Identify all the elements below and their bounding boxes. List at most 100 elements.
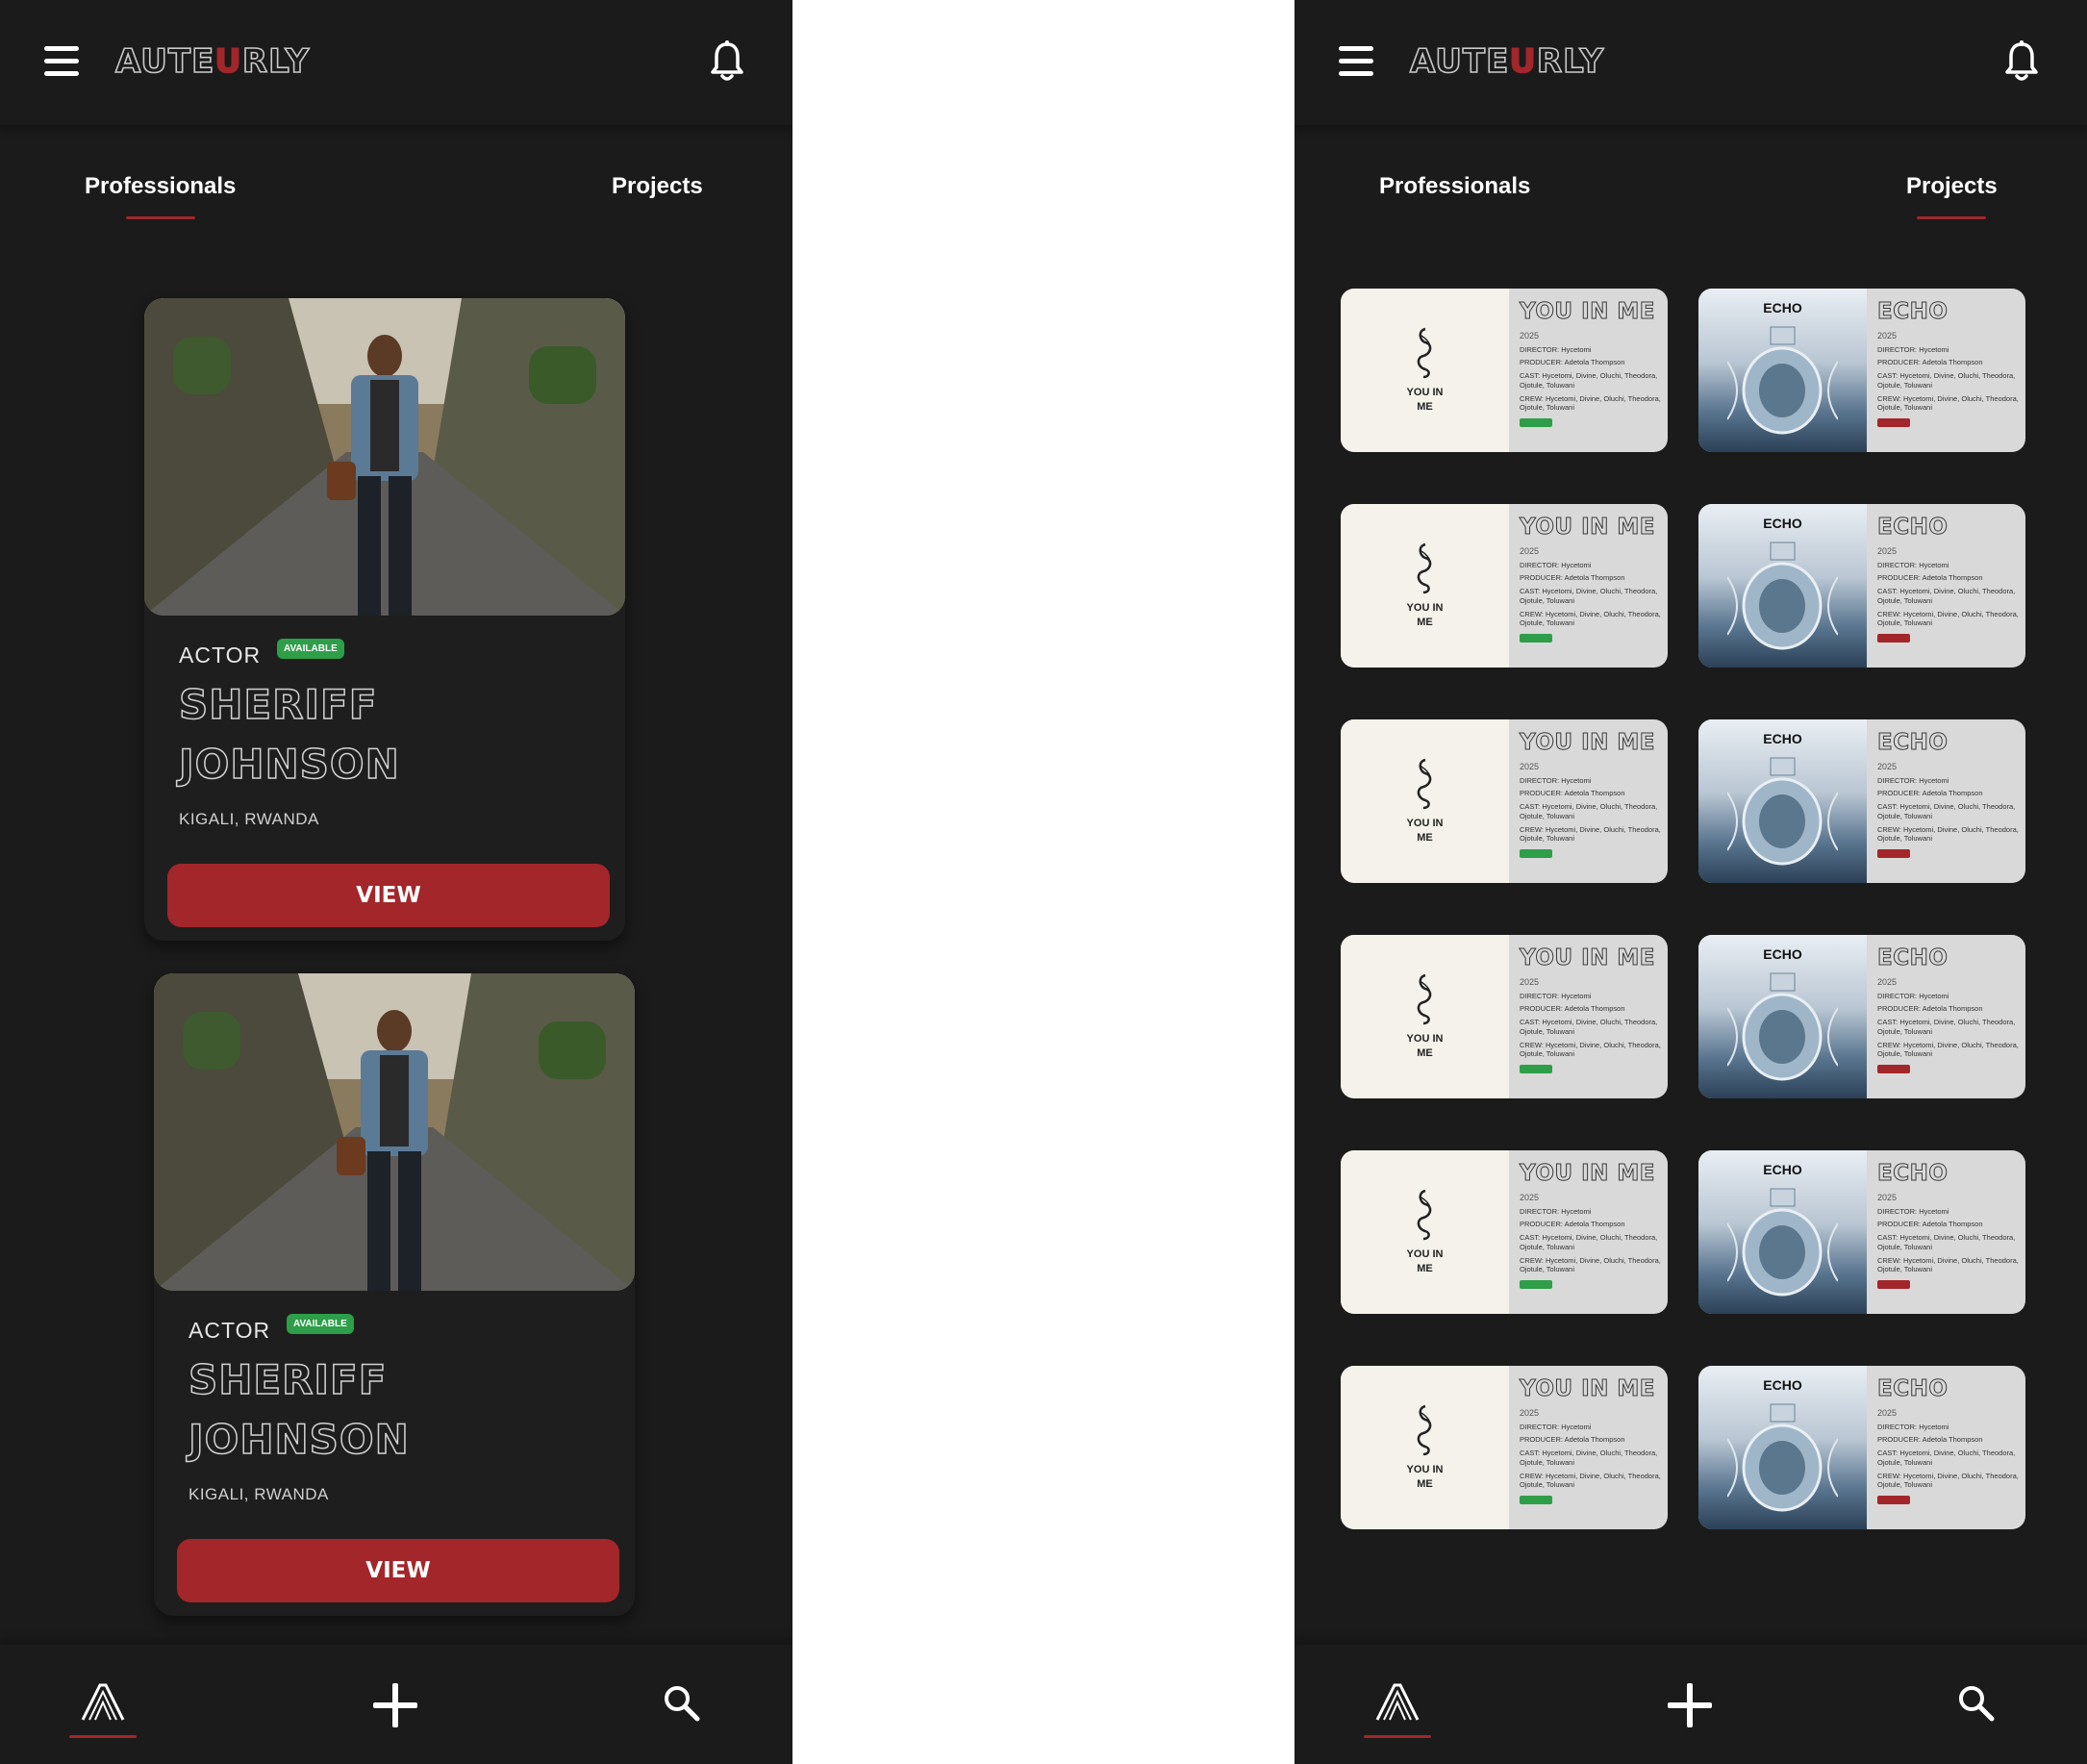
active-nav-indicator [69,1735,137,1738]
project-year: 2025 [1520,1407,1540,1418]
project-director: DIRECTOR: Hycetomi [1520,1206,1592,1216]
project-title: ECHO [1877,1161,1949,1187]
project-info: YOU IN ME 2025 DIRECTOR: Hycetomi PRODUC… [1520,514,1662,645]
view-button[interactable]: VIEW [167,864,610,927]
project-director: DIRECTOR: Hycetomi [1520,991,1592,1000]
project-status-badge [1877,1065,1910,1074]
figure-illustration [1417,1189,1432,1241]
project-cast: CAST: Hycetomi, Divine, Oluchi, Theodora… [1877,802,2016,820]
professional-role: ACTOR [179,643,262,668]
figure-illustration [1417,542,1432,594]
project-card[interactable]: YOU IN ME YOU IN ME 2025 DIRECTOR: Hycet… [1341,1150,1668,1314]
professional-card[interactable]: ACTOR AVAILABLE SHERIFF JOHNSON KIGALI, … [154,973,635,1616]
figure-illustration [1417,327,1432,379]
poster-title-line1: YOU IN [1406,1248,1444,1260]
project-year: 2025 [1520,976,1540,987]
project-producer: PRODUCER: Adetola Thompson [1520,789,1625,798]
project-year: 2025 [1877,1192,1898,1202]
project-director: DIRECTOR: Hycetomi [1520,1422,1592,1431]
project-crew: CREW: Hycetomi, Divine, Oluchi, Theodora… [1520,609,1661,628]
auteurly-a-icon[interactable] [1375,1683,1420,1722]
poster-title-line2: ME [1417,401,1433,413]
plus-icon[interactable] [371,1681,419,1729]
project-status-badge [1877,849,1910,859]
project-status-badge [1520,634,1552,643]
project-card[interactable]: YOU IN ME YOU IN ME 2025 DIRECTOR: Hycet… [1341,504,1668,668]
tab-projects[interactable]: Projects [612,173,703,200]
project-card[interactable]: ECHO ECHO 2025 DIRECTOR: Hycetomi PRODUC… [1698,719,2025,883]
status-badge: AVAILABLE [287,1314,354,1334]
project-cast: CAST: Hycetomi, Divine, Oluchi, Theodora… [1520,1233,1658,1251]
app-logo: AUTEURLY [1409,41,1605,82]
project-cast: CAST: Hycetomi, Divine, Oluchi, Theodora… [1520,1449,1658,1467]
hamburger-icon[interactable] [44,46,79,77]
project-card[interactable]: ECHO ECHO 2025 DIRECTOR: Hycetomi PRODUC… [1698,935,2025,1098]
project-card[interactable]: ECHO ECHO 2025 DIRECTOR: Hycetomi PRODUC… [1698,1150,2025,1314]
poster-title: ECHO [1763,516,1802,531]
logo-suffix: RLY [1536,41,1605,82]
project-status-badge [1520,1065,1552,1074]
project-crew: CREW: Hycetomi, Divine, Oluchi, Theodora… [1520,824,1661,844]
project-poster: YOU IN ME [1341,1366,1509,1529]
project-card[interactable]: YOU IN ME YOU IN ME 2025 DIRECTOR: Hycet… [1341,1366,1668,1529]
tab-projects[interactable]: Projects [1906,173,1998,219]
project-info: YOU IN ME 2025 DIRECTOR: Hycetomi PRODUC… [1520,945,1662,1076]
top-bar: AUTEURLY [0,0,792,125]
plus-icon[interactable] [1666,1681,1714,1729]
professional-location: KIGALI, RWANDA [179,810,319,828]
project-poster: ECHO [1698,1150,1867,1314]
search-icon[interactable] [1956,1683,1995,1722]
professional-first-name: SHERIFF [188,1355,388,1404]
hamburger-icon[interactable] [1339,46,1373,77]
professional-card[interactable]: ACTOR AVAILABLE SHERIFF JOHNSON KIGALI, … [144,298,625,941]
poster-title: ECHO [1763,946,1802,962]
project-card[interactable]: YOU IN ME YOU IN ME 2025 DIRECTOR: Hycet… [1341,719,1668,883]
project-info: YOU IN ME 2025 DIRECTOR: Hycetomi PRODUC… [1520,729,1662,861]
auteurly-a-icon[interactable] [81,1683,125,1722]
project-info: ECHO 2025 DIRECTOR: Hycetomi PRODUCER: A… [1877,945,2020,1076]
project-status-badge [1877,634,1910,643]
perfume-bottle-illustration [1727,542,1838,650]
tab-professionals[interactable]: Professionals [1379,173,1530,200]
project-producer: PRODUCER: Adetola Thompson [1877,1435,1983,1445]
project-crew: CREW: Hycetomi, Divine, Oluchi, Theodora… [1520,1471,1661,1490]
project-title: YOU IN ME [1520,1376,1655,1402]
project-status-badge [1520,1280,1552,1290]
project-status-badge [1520,418,1552,428]
poster-title-line2: ME [1417,1478,1433,1490]
project-card[interactable]: ECHO ECHO 2025 DIRECTOR: Hycetomi PRODUC… [1698,289,2025,452]
project-info: ECHO 2025 DIRECTOR: Hycetomi PRODUCER: A… [1877,1375,2020,1507]
tab-professionals[interactable]: Professionals [85,173,236,219]
poster-title-line1: YOU IN [1406,1033,1444,1045]
project-director: DIRECTOR: Hycetomi [1520,344,1592,354]
project-card[interactable]: ECHO ECHO 2025 DIRECTOR: Hycetomi PRODUC… [1698,504,2025,668]
project-producer: PRODUCER: Adetola Thompson [1877,1220,1983,1229]
project-year: 2025 [1877,1407,1898,1418]
project-producer: PRODUCER: Adetola Thompson [1520,1435,1625,1445]
project-crew: CREW: Hycetomi, Divine, Oluchi, Theodora… [1877,393,2019,413]
project-card[interactable]: YOU IN ME YOU IN ME 2025 DIRECTOR: Hycet… [1341,289,1668,452]
search-icon[interactable] [662,1683,700,1722]
logo-accent: U [214,41,242,82]
bell-icon[interactable] [710,40,744,83]
professional-first-name: SHERIFF [178,680,378,729]
projects-screen: AUTEURLY Professionals Projects YOU IN M… [1295,0,2087,1764]
project-card[interactable]: ECHO ECHO 2025 DIRECTOR: Hycetomi PRODUC… [1698,1366,2025,1529]
project-info: ECHO 2025 DIRECTOR: Hycetomi PRODUCER: A… [1877,298,2020,430]
perfume-bottle-illustration [1727,757,1838,866]
project-title: ECHO [1877,1376,1949,1402]
bell-icon[interactable] [2004,40,2039,83]
poster-title: ECHO [1763,300,1802,315]
project-title: YOU IN ME [1520,1161,1655,1187]
project-year: 2025 [1520,761,1540,771]
project-card[interactable]: YOU IN ME YOU IN ME 2025 DIRECTOR: Hycet… [1341,935,1668,1098]
view-button[interactable]: VIEW [177,1539,619,1602]
project-producer: PRODUCER: Adetola Thompson [1520,1220,1625,1229]
logo-accent: U [1509,41,1537,82]
project-poster: YOU IN ME [1341,719,1509,883]
project-poster: YOU IN ME [1341,935,1509,1098]
project-cast: CAST: Hycetomi, Divine, Oluchi, Theodora… [1877,1449,2016,1467]
project-crew: CREW: Hycetomi, Divine, Oluchi, Theodora… [1877,609,2019,628]
project-info: ECHO 2025 DIRECTOR: Hycetomi PRODUCER: A… [1877,1160,2020,1292]
project-crew: CREW: Hycetomi, Divine, Oluchi, Theodora… [1877,1255,2019,1274]
